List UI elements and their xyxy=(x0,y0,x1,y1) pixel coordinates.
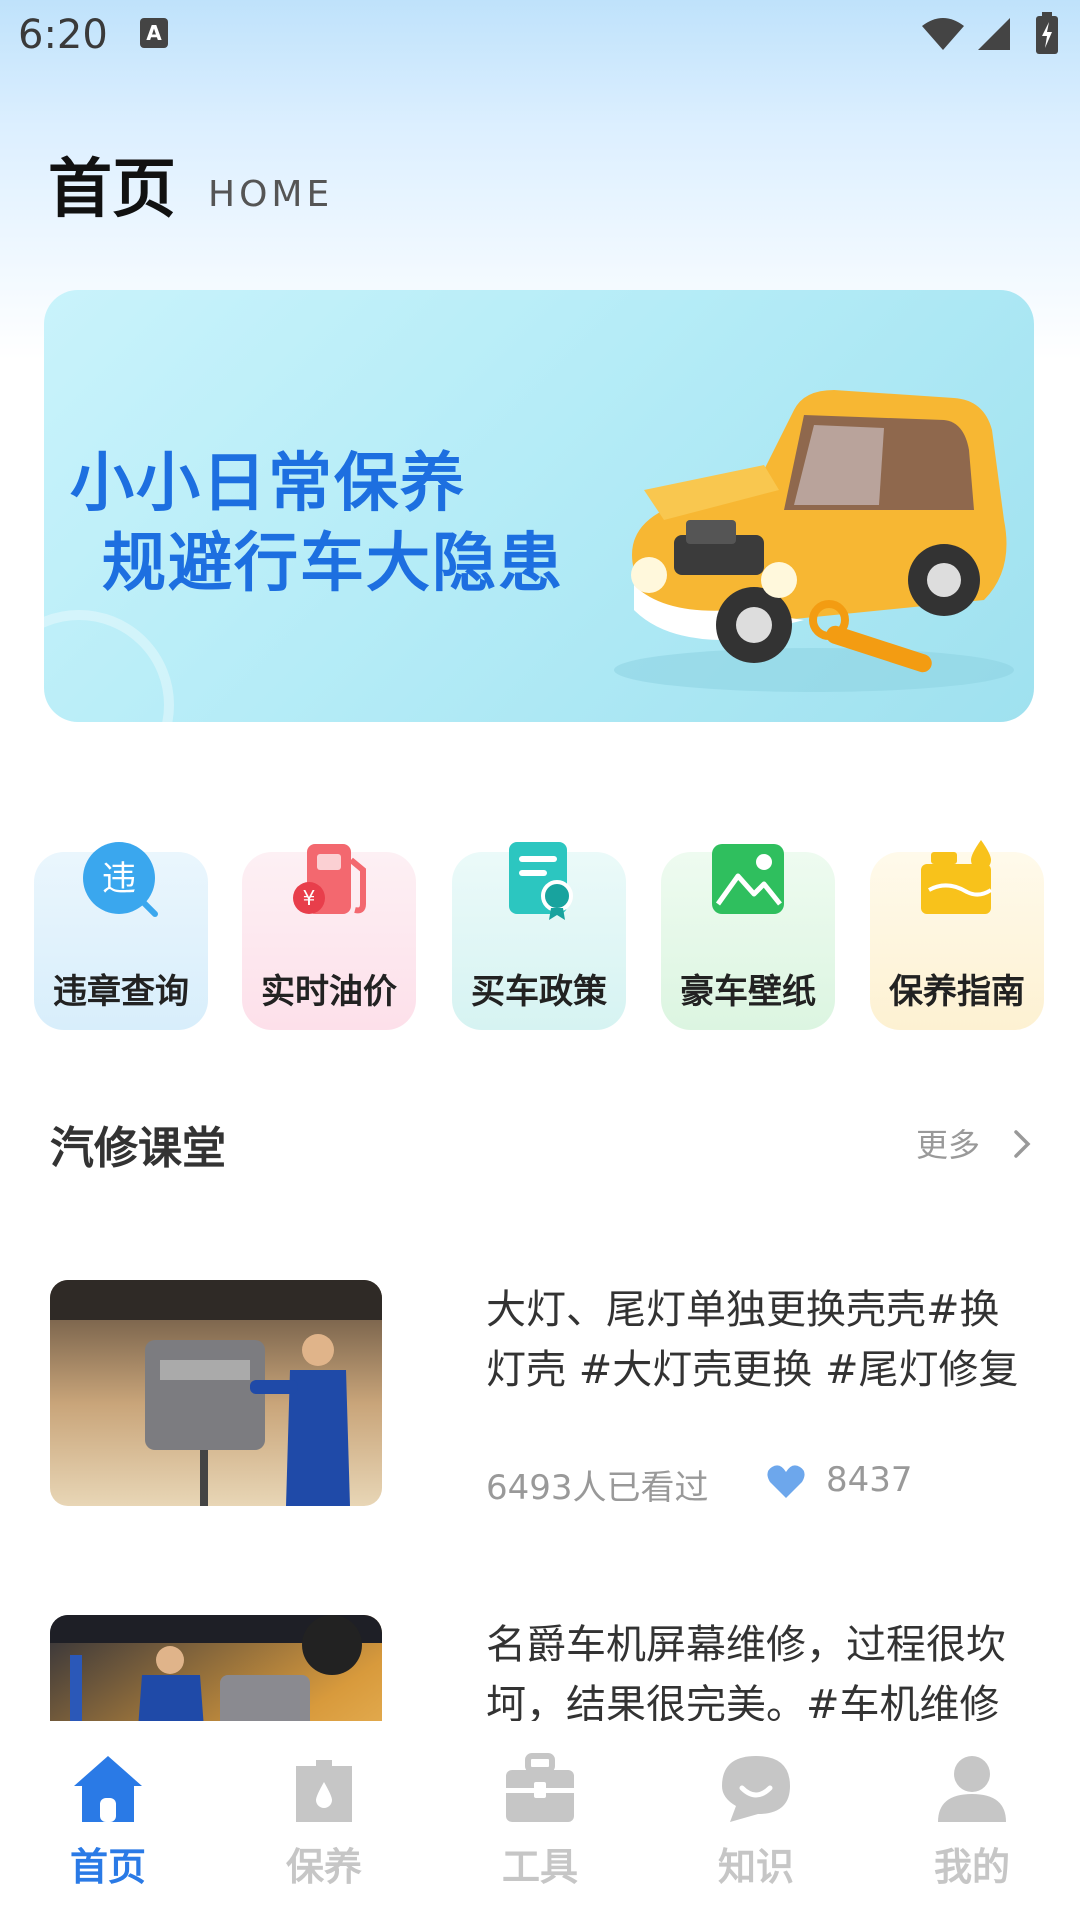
quick-entry-label: 豪车壁纸 xyxy=(680,972,816,1012)
quick-entry-label: 违章查询 xyxy=(53,972,189,1012)
tab-maintenance[interactable]: 保养 xyxy=(244,1752,404,1902)
article-card[interactable]: 大灯、尾灯单独更换壳壳#换灯壳 #大灯壳更换 #尾灯修复 6493人已看过 84… xyxy=(0,1280,1080,1510)
user-icon xyxy=(938,1756,1006,1822)
quick-entry-purchase-policy[interactable]: 买车政策 xyxy=(452,842,626,1030)
violation-icon-glyph: 违 xyxy=(102,859,136,899)
quick-entry-label: 实时油价 xyxy=(261,972,397,1012)
quick-entry-grid: 违 违章查询 ¥ 实时油价 买车政策 豪车壁纸 保养指南 xyxy=(0,840,1080,1040)
tab-label: 工具 xyxy=(501,1845,578,1889)
more-link[interactable]: 更多 xyxy=(916,1120,980,1166)
quick-entry-wallpaper[interactable]: 豪车壁纸 xyxy=(661,844,835,1030)
tab-label: 我的 xyxy=(933,1845,1010,1889)
quick-entry-fuel-price[interactable]: ¥ 实时油价 xyxy=(242,844,416,1030)
chevron-right-icon[interactable] xyxy=(1010,1126,1034,1162)
fuel-price-icon: ¥ xyxy=(293,844,366,914)
home-icon xyxy=(74,1756,142,1822)
oil-can-icon xyxy=(296,1760,352,1822)
violation-search-icon: 违 xyxy=(83,842,158,917)
heart-icon[interactable] xyxy=(766,1464,806,1500)
tab-label: 保养 xyxy=(285,1845,362,1889)
wallpaper-image-icon xyxy=(712,844,784,914)
article-likes: 8437 xyxy=(826,1460,913,1500)
article-title: 大灯、尾灯单独更换壳壳#换灯壳 #大灯壳更换 #尾灯修复 xyxy=(486,1287,1019,1393)
tab-home[interactable]: 首页 xyxy=(28,1752,188,1902)
article-thumbnail xyxy=(50,1615,382,1721)
toolbox-icon xyxy=(506,1753,574,1822)
banner-headline-1: 小小日常保养 xyxy=(70,447,466,521)
article-title: 名爵车机屏幕维修，过程很坎坷，结果很完美。#车机维修 xyxy=(486,1622,1006,1721)
section-title: 汽修课堂 xyxy=(50,1123,226,1174)
quick-entry-maintenance-guide[interactable]: 保养指南 xyxy=(870,840,1044,1030)
page-title: 首页 xyxy=(48,153,176,227)
quick-entry-label: 买车政策 xyxy=(471,972,607,1012)
tab-label: 首页 xyxy=(69,1845,146,1889)
signal-icon xyxy=(978,18,1010,50)
promo-banner[interactable]: 小小日常保养 规避行车大隐患 xyxy=(44,290,1034,722)
article-views: 6493人已看过 xyxy=(486,1468,709,1508)
bottom-tab-bar: 首页 保养 工具 知识 我的 xyxy=(0,1722,1080,1920)
notification-icon: A xyxy=(140,18,168,48)
tab-knowledge[interactable]: 知识 xyxy=(676,1752,836,1902)
car-illustration xyxy=(614,390,1014,692)
tab-profile[interactable]: 我的 xyxy=(892,1752,1052,1902)
status-bar: 6:20 A xyxy=(0,0,1080,72)
banner-headline-2: 规避行车大隐患 xyxy=(102,527,564,601)
tab-label: 知识 xyxy=(717,1845,794,1889)
quick-entry-label: 保养指南 xyxy=(889,972,1025,1012)
tab-tools[interactable]: 工具 xyxy=(460,1752,620,1902)
policy-document-icon xyxy=(509,842,573,920)
article-thumbnail xyxy=(50,1280,382,1506)
banner-decoration-ring xyxy=(44,610,174,722)
article-card[interactable]: 名爵车机屏幕维修，过程很坎坷，结果很完美。#车机维修 xyxy=(0,1615,1080,1721)
wifi-icon xyxy=(922,18,964,50)
maintenance-oil-icon xyxy=(921,840,993,914)
page-subtitle: HOME xyxy=(208,174,334,215)
quick-entry-violation[interactable]: 违 违章查询 xyxy=(34,842,208,1030)
fuel-icon-glyph: ¥ xyxy=(303,886,316,910)
chat-bubble-icon xyxy=(722,1756,790,1822)
battery-icon xyxy=(1036,12,1058,54)
status-time: 6:20 xyxy=(18,12,108,58)
